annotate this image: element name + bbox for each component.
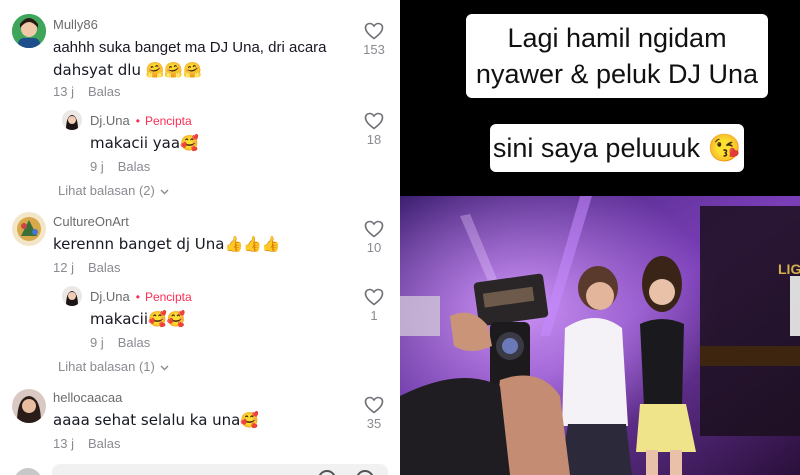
like-button[interactable]: 153 [359,22,389,57]
caption-line: nyawer & peluk DJ Una [475,59,759,89]
comments-panel: Mully86 aahhh suka banget ma DJ Una, dri… [0,0,400,475]
creator-badge: Pencipta [144,114,192,128]
comment-username[interactable]: Mully86 [53,17,98,32]
reply-button[interactable]: Balas [88,260,121,275]
avatar[interactable] [62,286,82,306]
like-count: 10 [366,240,382,255]
separator-dot: • [135,114,140,128]
creator-badge: Pencipta [144,290,192,304]
reply-button[interactable]: Balas [118,335,151,350]
like-count: 153 [363,42,385,57]
caption-line: Lagi hamil ngidam [507,23,727,53]
comment-text: aaaa sehat selalu ka una🥰 [53,411,260,429]
video-panel[interactable]: Lagi hamil ngidam nyawer & peluk DJ Una … [400,0,800,475]
heart-outline-icon [364,22,384,40]
reply-button[interactable]: Balas [88,436,121,451]
like-button[interactable]: 18 [359,112,389,147]
venue-sign-text: LIG [778,261,800,277]
heart-outline-icon [364,396,384,414]
reply-username-text[interactable]: Dj.Una [90,289,130,304]
comment-age: 13 j [53,84,74,99]
avatar[interactable] [62,110,82,130]
reply-meta: 9 j Balas [90,159,150,174]
view-replies-label: Lihat balasan (1) [58,359,155,374]
view-replies-label: Lihat balasan (2) [58,183,155,198]
like-count: 18 [366,132,382,147]
comment-username[interactable]: hellocaacaa [53,390,122,405]
reply-button[interactable]: Balas [118,159,151,174]
comment-username[interactable]: CultureOnArt [53,214,129,229]
comment-text-line: dahsyat dlu 🤗🤗🤗 [53,61,202,79]
video-frame: LIG [400,196,800,475]
view-replies-button[interactable]: Lihat balasan (2) [58,183,169,198]
comment-text-line: aahhh suka banget ma DJ Una, dri acara [53,39,327,56]
reply-age: 9 j [90,335,104,350]
like-count: 35 [366,416,382,431]
avatar[interactable] [12,212,46,246]
comment-meta: 12 j Balas [53,260,121,275]
reply-username[interactable]: Dj.Una • Pencipta [90,113,192,128]
like-count: 1 [370,308,378,323]
reply-meta: 9 j Balas [90,335,150,350]
comment-text: aahhh suka banget ma DJ Una, dri acara d… [53,37,327,81]
heart-outline-icon [364,220,384,238]
reply-username[interactable]: Dj.Una • Pencipta [90,289,192,304]
avatar [14,468,42,475]
separator-dot: • [135,290,140,304]
reply-text: makacii🥰🥰 [90,310,186,328]
chevron-down-icon [160,189,169,195]
reply-age: 9 j [90,159,104,174]
video-caption: sini saya peluuuk 😘 [490,124,744,172]
like-button[interactable]: 10 [359,220,389,255]
like-button[interactable]: 35 [359,396,389,431]
comment-meta: 13 j Balas [53,436,121,451]
avatar[interactable] [12,389,46,423]
comment-text: kerennn banget dj Una👍👍👍 [53,235,281,253]
reply-text: makacii yaa🥰 [90,134,199,152]
comment-meta: 13 j Balas [53,84,121,99]
comment-age: 12 j [53,260,74,275]
reply-button[interactable]: Balas [88,84,121,99]
comment-input-bar [0,458,400,475]
heart-outline-icon [364,288,384,306]
chevron-down-icon [160,365,169,371]
heart-outline-icon [364,112,384,130]
comment-age: 13 j [53,436,74,451]
avatar[interactable] [12,14,46,48]
video-caption: Lagi hamil ngidam nyawer & peluk DJ Una [466,14,768,98]
reply-username-text[interactable]: Dj.Una [90,113,130,128]
like-button[interactable]: 1 [359,288,389,323]
comment-input[interactable] [52,464,388,475]
view-replies-button[interactable]: Lihat balasan (1) [58,359,169,374]
